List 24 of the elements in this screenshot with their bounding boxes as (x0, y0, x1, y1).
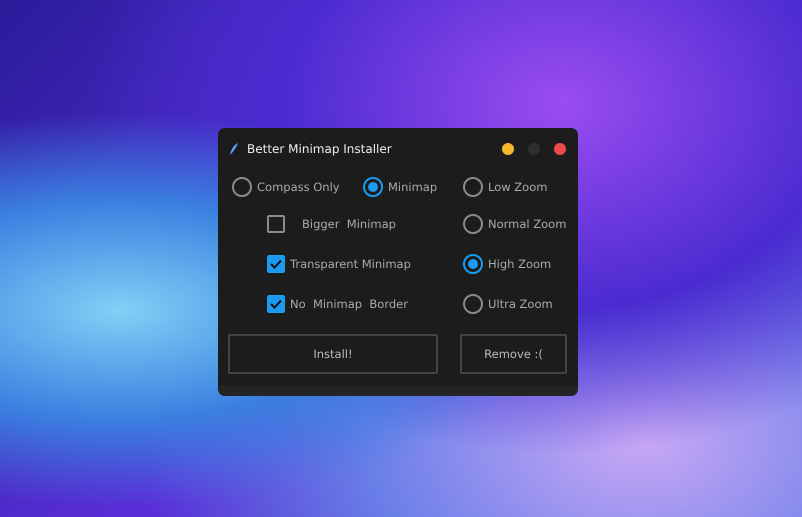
radio-button[interactable] (463, 254, 483, 274)
radio-label: Low Zoom (488, 180, 548, 194)
radio-button[interactable] (463, 294, 483, 314)
radio-button[interactable] (463, 214, 483, 234)
radio-label: Compass Only (257, 180, 340, 194)
checkbox[interactable] (267, 295, 285, 313)
checkbox[interactable] (267, 255, 285, 273)
radio-button[interactable] (232, 177, 252, 197)
checkbox-label: Bigger Minimap (302, 217, 396, 231)
minimize-button[interactable] (502, 143, 514, 155)
window-title: Better Minimap Installer (247, 142, 393, 156)
action-button[interactable]: Install! (228, 334, 438, 374)
checkbox[interactable] (267, 215, 285, 233)
checkbox-label: No Minimap Border (290, 297, 408, 311)
close-button[interactable] (554, 143, 566, 155)
radio-button[interactable] (363, 177, 383, 197)
radio-label: High Zoom (488, 257, 552, 271)
radio-label: Normal Zoom (488, 217, 566, 231)
checkbox-label: Transparent Minimap (290, 257, 411, 271)
action-button[interactable]: Remove :( (460, 334, 567, 374)
radio-label: Ultra Zoom (488, 297, 553, 311)
radio-label: Minimap (388, 180, 438, 194)
feather-icon (229, 142, 239, 156)
radio-button[interactable] (463, 177, 483, 197)
